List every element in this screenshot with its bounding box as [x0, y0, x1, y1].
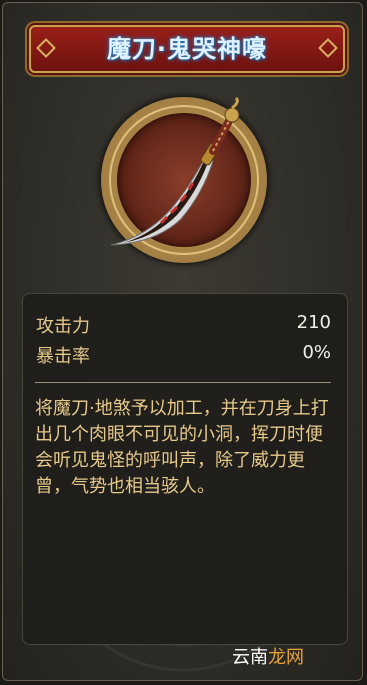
stats-box: 攻击力 210 暴击率 0% 将魔刀·地煞予以加工，并在刀身上打出几个肉眼不可见… [22, 293, 348, 645]
stat-label: 攻击力 [36, 316, 90, 337]
watermark-accent: 龙网 [268, 647, 304, 668]
demon-saber-icon [110, 97, 240, 246]
stat-row-crit-rate: 暴击率 0% [36, 342, 331, 370]
divider [35, 382, 331, 383]
site-watermark: 云南龙网 [232, 643, 304, 669]
item-title-banner: 魔刀·鬼哭神嚎 [29, 25, 345, 73]
stat-value: 210 [296, 312, 331, 333]
stat-row-attack: 攻击力 210 [36, 312, 331, 340]
item-description: 将魔刀·地煞予以加工，并在刀身上打出几个肉眼不可见的小洞，挥刀时便会听见鬼怪的呼… [35, 398, 329, 497]
item-detail-panel: 魔刀·鬼哭神嚎 攻击力 210 暴击率 0% 将魔刀·地煞予以加工，并在刀身上打… [2, 2, 363, 681]
item-icon-frame [101, 97, 267, 263]
stat-label: 暴击率 [36, 346, 90, 367]
item-name: 魔刀·鬼哭神嚎 [106, 35, 268, 63]
watermark-main: 云南 [232, 647, 268, 668]
stat-value: 0% [302, 342, 331, 363]
